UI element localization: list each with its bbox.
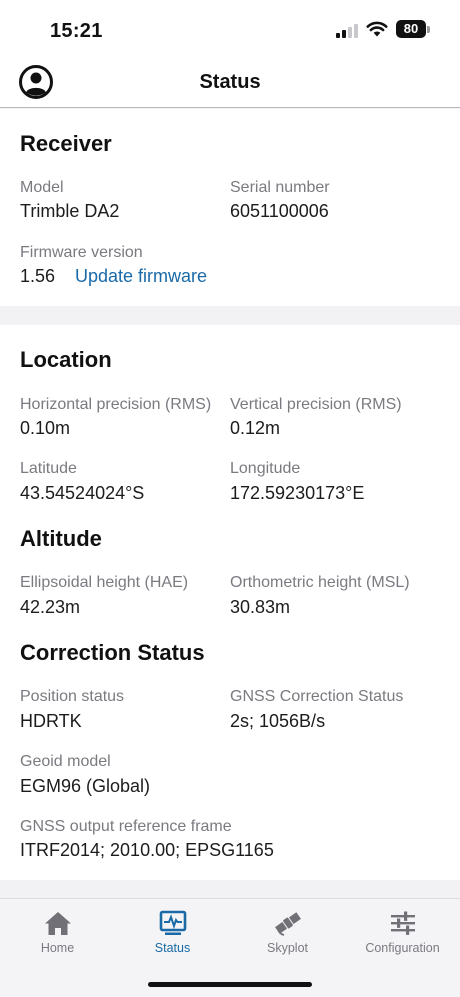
orthometric-height-value: 30.83m (230, 597, 291, 617)
reference-frame-label: GNSS output reference frame (20, 818, 232, 835)
altitude-heading: Altitude (20, 526, 102, 551)
gnss-correction-status-label: GNSS Correction Status (230, 688, 404, 705)
ellipsoidal-height-value: 42.23m (20, 597, 81, 617)
model-value: Trimble DA2 (20, 201, 120, 221)
sliders-icon (390, 911, 415, 935)
tab-home[interactable]: Home (0, 899, 115, 969)
status-monitor-icon (159, 910, 186, 935)
model-label: Model (20, 179, 64, 196)
ellipsoidal-height-label: Ellipsoidal height (HAE) (20, 574, 189, 591)
orthometric-height-label: Orthometric height (MSL) (230, 574, 410, 591)
receiver-card: Receiver Model Trimble DA2 Serial number… (0, 109, 460, 306)
home-indicator (148, 982, 312, 987)
horizontal-precision-value: 0.10m (20, 418, 71, 438)
receiver-heading: Receiver (20, 131, 112, 156)
tab-configuration[interactable]: Configuration (345, 899, 460, 969)
tab-skyplot[interactable]: Skyplot (230, 899, 345, 969)
tab-status-label: Status (154, 941, 191, 955)
location-card: Location Horizontal precision (RMS) 0.10… (0, 325, 460, 880)
tab-status[interactable]: Status (115, 899, 230, 969)
system-status-bar: 15:21 80 (0, 0, 460, 56)
battery-tip (427, 26, 430, 33)
tab-configuration-label: Configuration (365, 941, 440, 955)
gnss-correction-status-value: 2s; 1056B/s (230, 711, 326, 731)
geoid-model-label: Geoid model (20, 753, 111, 770)
page-title: Status (199, 71, 261, 93)
tab-skyplot-label: Skyplot (267, 941, 308, 955)
horizontal-precision-label: Horizontal precision (RMS) (20, 396, 212, 413)
vertical-precision-label: Vertical precision (RMS) (230, 396, 402, 413)
position-status-value: HDRTK (20, 711, 82, 731)
reference-frame-value: ITRF2014; 2010.00; EPSG1165 (20, 840, 274, 860)
latitude-label: Latitude (20, 460, 77, 477)
update-firmware-link[interactable]: Update firmware (75, 266, 207, 287)
tab-home-label: Home (40, 941, 75, 955)
longitude-value: 172.59230173°E (230, 483, 365, 503)
vertical-precision-value: 0.12m (230, 418, 281, 438)
firmware-version-label: Firmware version (20, 244, 143, 261)
wifi-icon (366, 21, 388, 37)
clock: 15:21 (50, 20, 103, 42)
firmware-version-value: 1.56 (20, 266, 56, 286)
navigation-bar: Status (0, 56, 460, 108)
home-icon (44, 912, 71, 935)
serial-number-value: 6051100006 (230, 201, 329, 221)
serial-number-label: Serial number (230, 179, 330, 196)
geoid-model-value: EGM96 (Global) (20, 776, 151, 796)
correction-status-heading: Correction Status (20, 640, 205, 665)
position-status-label: Position status (20, 688, 125, 705)
satellite-icon (274, 912, 301, 936)
latitude-value: 43.54524024°S (20, 483, 145, 503)
battery-icon: 80 (396, 20, 426, 38)
location-heading: Location (20, 347, 112, 372)
cellular-signal-icon (336, 24, 360, 38)
longitude-label: Longitude (230, 460, 301, 477)
